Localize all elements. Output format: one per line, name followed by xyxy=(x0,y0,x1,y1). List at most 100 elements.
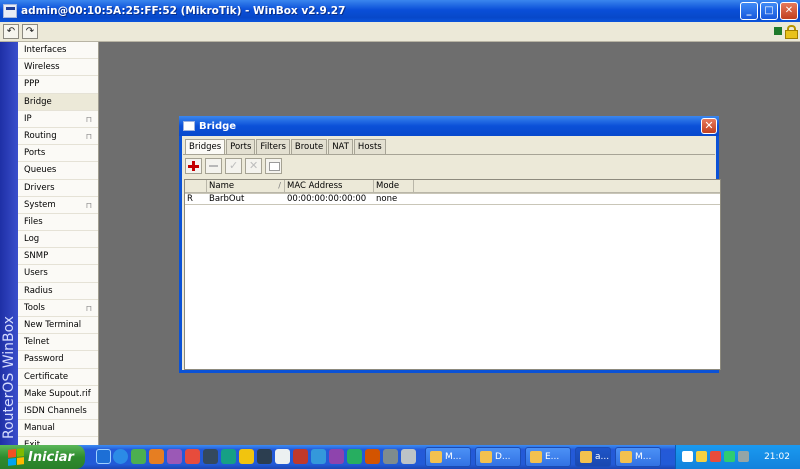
menu-item-system[interactable]: System ⊓ xyxy=(18,197,98,214)
menu-item-label: Manual xyxy=(24,423,55,434)
menu-item-queues[interactable]: Queues xyxy=(18,162,98,180)
app-icon[interactable] xyxy=(221,449,236,464)
column-header-name[interactable]: Name / xyxy=(207,180,285,193)
menu-item-password[interactable]: Password xyxy=(18,351,98,369)
menu-item-label: Drivers xyxy=(24,182,55,193)
tab-ports[interactable]: Ports xyxy=(226,139,256,154)
close-button[interactable]: ✕ xyxy=(780,2,798,20)
tray-app-icon[interactable] xyxy=(724,451,735,462)
menu-item-manual[interactable]: Manual xyxy=(18,420,98,438)
app-icon[interactable] xyxy=(257,449,272,464)
maximize-button[interactable]: □ xyxy=(760,2,778,20)
column-header-flags[interactable] xyxy=(185,180,207,193)
cell-flag: R xyxy=(187,194,193,204)
tab-nat[interactable]: NAT xyxy=(328,139,353,154)
taskbar-window-button[interactable]: D... xyxy=(475,447,521,467)
menu-item-snmp[interactable]: SNMP xyxy=(18,248,98,266)
app-icon[interactable] xyxy=(203,449,218,464)
app-icon[interactable] xyxy=(365,449,380,464)
app-icon[interactable] xyxy=(185,449,200,464)
menu-item-users[interactable]: Users xyxy=(18,265,98,283)
cell-mac: 00:00:00:00:00:00 xyxy=(287,194,367,204)
dialog-tabs: Bridges Ports Filters Broute NAT Hosts xyxy=(185,139,387,155)
tab-filters[interactable]: Filters xyxy=(256,139,290,154)
cell-name: BarbOut xyxy=(209,194,245,204)
speaker-icon[interactable] xyxy=(696,451,707,462)
app-icon[interactable] xyxy=(329,449,344,464)
security-icon[interactable] xyxy=(710,451,721,462)
menu-item-label: Telnet xyxy=(24,337,50,348)
menu-item-routing[interactable]: Routing ⊓ xyxy=(18,128,98,146)
dialog-titlebar[interactable]: Bridge ✕ xyxy=(179,116,719,136)
menu-item-label: Certificate xyxy=(24,371,69,382)
minimize-button[interactable]: _ xyxy=(740,2,758,20)
menu-item-log[interactable]: Log xyxy=(18,231,98,249)
redo-button[interactable]: ↷ xyxy=(22,24,38,39)
column-header-mode[interactable]: Mode xyxy=(374,180,414,193)
windows-logo-icon xyxy=(8,448,24,466)
menu-item-files[interactable]: Files xyxy=(18,214,98,232)
enable-icon[interactable] xyxy=(225,158,242,174)
brand-text: RouterOS WinBox xyxy=(1,315,17,439)
menu-item-label: ISDN Channels xyxy=(24,405,87,416)
taskbar-window-button[interactable]: M... xyxy=(425,447,471,467)
menu-item-ip[interactable]: IP ⊓ xyxy=(18,111,98,128)
menu-item-label: Log xyxy=(24,234,40,245)
menu-item-telnet[interactable]: Telnet xyxy=(18,334,98,352)
menu-item-wireless[interactable]: Wireless xyxy=(18,59,98,77)
winbox-app-icon xyxy=(3,4,17,18)
menu-item-ppp[interactable]: PPP xyxy=(18,76,98,94)
taskbar-window-button[interactable]: M... xyxy=(615,447,661,467)
menu-item-label: Files xyxy=(24,216,43,227)
menu-item-label: SNMP xyxy=(24,251,49,262)
menu-item-bridge[interactable]: Bridge xyxy=(18,93,98,111)
menu-item-label: Users xyxy=(24,268,48,279)
menu-item-tools[interactable]: Tools ⊓ xyxy=(18,300,98,317)
menu-item-radius[interactable]: Radius xyxy=(18,283,98,300)
comment-icon[interactable] xyxy=(265,158,282,174)
menu-item-new-terminal[interactable]: New Terminal xyxy=(18,317,98,335)
remove-icon[interactable] xyxy=(205,158,222,174)
tab-hosts[interactable]: Hosts xyxy=(353,139,386,154)
desktop-icon[interactable] xyxy=(96,449,111,464)
tab-broute[interactable]: Broute xyxy=(290,139,328,154)
add-icon[interactable] xyxy=(185,158,202,174)
disable-icon[interactable] xyxy=(245,158,262,174)
app-icon[interactable] xyxy=(167,449,182,464)
media-icon[interactable] xyxy=(131,449,146,464)
app-icon[interactable] xyxy=(239,449,254,464)
bridges-table: Name / MAC Address Mode R BarbOut 00:00:00… xyxy=(184,179,721,370)
menu-item-ports[interactable]: Ports xyxy=(18,145,98,163)
clock: 21:02 xyxy=(764,452,790,462)
start-button[interactable]: Iniciar xyxy=(0,445,85,469)
app-icon[interactable] xyxy=(383,449,398,464)
menu-item-isdn-channels[interactable]: ISDN Channels xyxy=(18,403,98,421)
menu-item-exit[interactable]: Exit xyxy=(18,437,98,445)
menu-item-certificate[interactable]: Certificate xyxy=(18,369,98,386)
browser-icon[interactable] xyxy=(113,449,128,464)
brand-bar: RouterOS WinBox xyxy=(0,42,18,445)
taskbar-window-button[interactable]: E... xyxy=(525,447,571,467)
app-icon[interactable] xyxy=(293,449,308,464)
table-row[interactable]: R BarbOut 00:00:00:00:00:00 none xyxy=(185,193,720,205)
action-bar xyxy=(185,158,282,174)
app-icon[interactable] xyxy=(347,449,362,464)
network-icon[interactable] xyxy=(682,451,693,462)
app-icon[interactable] xyxy=(311,449,326,464)
tray-app-icon[interactable] xyxy=(738,451,749,462)
menu-item-drivers[interactable]: Drivers xyxy=(18,180,98,197)
tab-bridges[interactable]: Bridges xyxy=(185,139,226,155)
dialog-close-button[interactable]: ✕ xyxy=(701,118,717,134)
menu-item-label: Make Supout.rif xyxy=(24,388,91,399)
menu-item-label: IP xyxy=(24,113,32,124)
window-icon xyxy=(183,121,195,131)
menu-item-interfaces[interactable]: Interfaces xyxy=(18,42,98,60)
table-header: Name / MAC Address Mode xyxy=(185,180,720,193)
taskbar-window-button[interactable]: a... xyxy=(575,447,611,467)
firefox-icon[interactable] xyxy=(149,449,164,464)
app-icon[interactable] xyxy=(275,449,290,464)
column-header-mac[interactable]: MAC Address xyxy=(285,180,374,193)
undo-button[interactable]: ↶ xyxy=(3,24,19,39)
menu-item-make-supout-rif[interactable]: Make Supout.rif xyxy=(18,386,98,403)
app-icon[interactable] xyxy=(401,449,416,464)
